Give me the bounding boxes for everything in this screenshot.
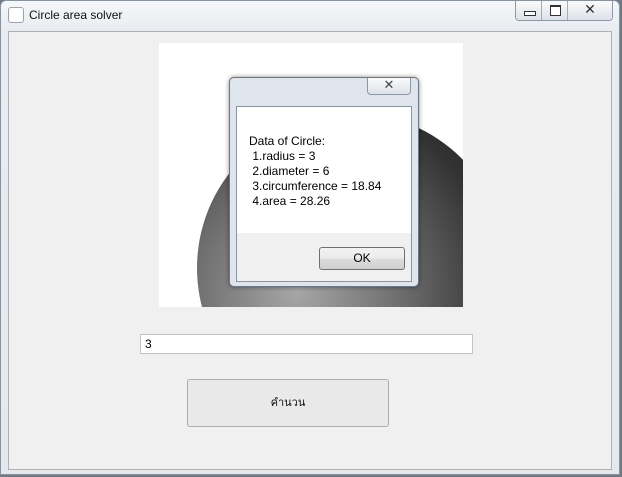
message-line: Data of Circle:: [249, 134, 326, 148]
minimize-icon: [524, 11, 536, 16]
calculate-button[interactable]: คำนวน: [187, 379, 389, 427]
message-line: 3.circumference = 18.84: [249, 179, 382, 193]
maximize-icon: [550, 5, 561, 16]
window-title: Circle area solver: [29, 8, 123, 22]
app-window: Circle area solver ✕ ✕ Data of Circle: 1…: [0, 0, 620, 475]
ok-button[interactable]: OK: [319, 247, 405, 270]
message-line: 2.diameter = 6: [249, 164, 330, 178]
message-box: ✕ Data of Circle: 1.radius = 3 2.diamete…: [229, 77, 419, 287]
client-area: ✕ Data of Circle: 1.radius = 3 2.diamete…: [8, 31, 612, 470]
window-controls: ✕: [515, 1, 613, 21]
maximize-button[interactable]: [542, 1, 568, 20]
close-icon: ✕: [383, 78, 395, 93]
message-line: 1.radius = 3: [249, 149, 316, 163]
close-icon: ✕: [584, 2, 596, 18]
circle-picture: ✕ Data of Circle: 1.radius = 3 2.diamete…: [159, 43, 463, 307]
radius-input[interactable]: 3: [140, 334, 473, 354]
message-line: 4.area = 28.26: [249, 194, 331, 208]
app-icon: [8, 7, 24, 23]
close-button[interactable]: ✕: [568, 1, 612, 20]
minimize-button[interactable]: [516, 1, 542, 20]
dialog-message: Data of Circle: 1.radius = 3 2.diameter …: [237, 107, 411, 233]
dialog-body: Data of Circle: 1.radius = 3 2.diameter …: [236, 106, 412, 282]
title-bar[interactable]: Circle area solver ✕: [1, 1, 619, 31]
dialog-close-button[interactable]: ✕: [367, 78, 411, 95]
